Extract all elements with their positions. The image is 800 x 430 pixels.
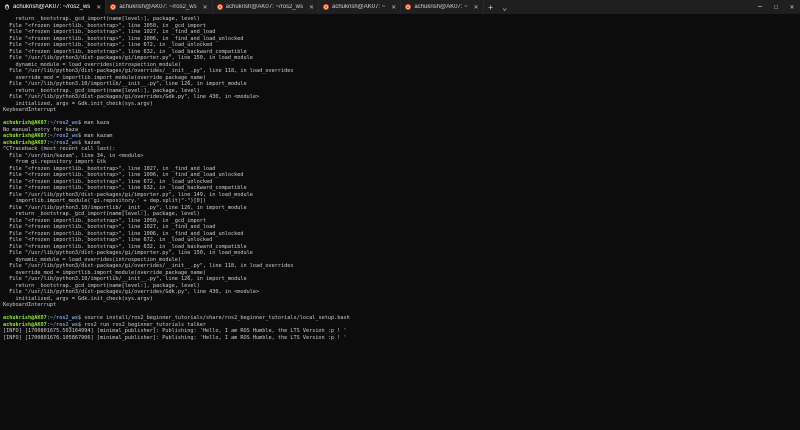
tab-bar: achukrish@AK07: ~/ros2_ws ✕ achukrish@AK… <box>0 0 800 14</box>
prompt-user: achukrish@AK07 <box>3 315 47 321</box>
terminal-output[interactable]: return _bootstrap._gcd_import(name[level… <box>3 16 797 428</box>
prompt-path: ~/ros2_ws <box>49 321 78 328</box>
prompt-path: ~/ros2_ws <box>49 315 78 321</box>
tab-terminal-3[interactable]: achukrish@AK07: ~/ros2_ws ✕ <box>213 0 319 14</box>
tab-label: achukrish@AK07: ~ <box>331 4 386 10</box>
tab-terminal-1[interactable]: achukrish@AK07: ~/ros2_ws ✕ <box>0 0 107 14</box>
tab-label: achukrish@AK07: ~/ros2_ws <box>13 4 91 10</box>
close-icon[interactable]: ✕ <box>203 4 208 11</box>
prompt-user: achukrish@AK07 <box>3 120 47 126</box>
maximize-button[interactable]: ☐ <box>768 0 784 14</box>
prompt-path: ~/ros2_ws <box>49 120 78 126</box>
close-icon[interactable]: ✕ <box>474 4 479 11</box>
output-line: [INFO] [1700801676.105867906] [minimal_p… <box>3 334 347 341</box>
command-text: source install/ros2_beginner_tutorials/s… <box>84 315 350 321</box>
tab-terminal-4[interactable]: achukrish@AK07: ~ ✕ <box>319 0 402 14</box>
command-text: kazam <box>84 139 100 146</box>
prompt-path: ~/ros2_ws <box>49 139 78 146</box>
close-icon[interactable]: ✕ <box>309 4 314 11</box>
ubuntu-icon <box>110 4 117 10</box>
tab-terminal-5[interactable]: achukrish@AK07: ~ ✕ <box>401 0 484 14</box>
prompt-user: achukrish@AK07 <box>3 133 47 139</box>
window-close-button[interactable]: ✕ <box>784 0 800 14</box>
tab-label: achukrish@AK07: ~ <box>414 4 468 10</box>
ubuntu-icon <box>405 4 412 10</box>
command-text: ros2 run ros2_beginner_tutorials talker <box>84 321 207 328</box>
linux-icon <box>4 4 10 10</box>
minimize-button[interactable]: ─ <box>752 0 768 14</box>
ubuntu-icon <box>322 4 329 10</box>
prompt-user: achukrish@AK07 <box>3 321 47 328</box>
tab-label: achukrish@AK07: ~/ros2_ws <box>225 4 303 10</box>
prompt-user: achukrish@AK07 <box>3 139 47 146</box>
close-icon[interactable]: ✕ <box>391 4 396 11</box>
tab-bar-drag-area[interactable] <box>512 0 752 14</box>
tab-dropdown-button[interactable]: ⌄ <box>498 0 512 14</box>
ubuntu-icon <box>216 4 223 10</box>
tab-terminal-2[interactable]: achukrish@AK07: ~/ros2_ws ✕ <box>106 0 213 14</box>
new-tab-button[interactable]: + <box>484 0 498 14</box>
tab-label: achukrish@AK07: ~/ros2_ws <box>119 4 197 10</box>
command-text: man kazam <box>84 133 113 139</box>
prompt-path: ~/ros2_ws <box>49 133 78 139</box>
close-icon[interactable]: ✕ <box>96 4 101 11</box>
command-text: man kaza <box>84 120 110 126</box>
